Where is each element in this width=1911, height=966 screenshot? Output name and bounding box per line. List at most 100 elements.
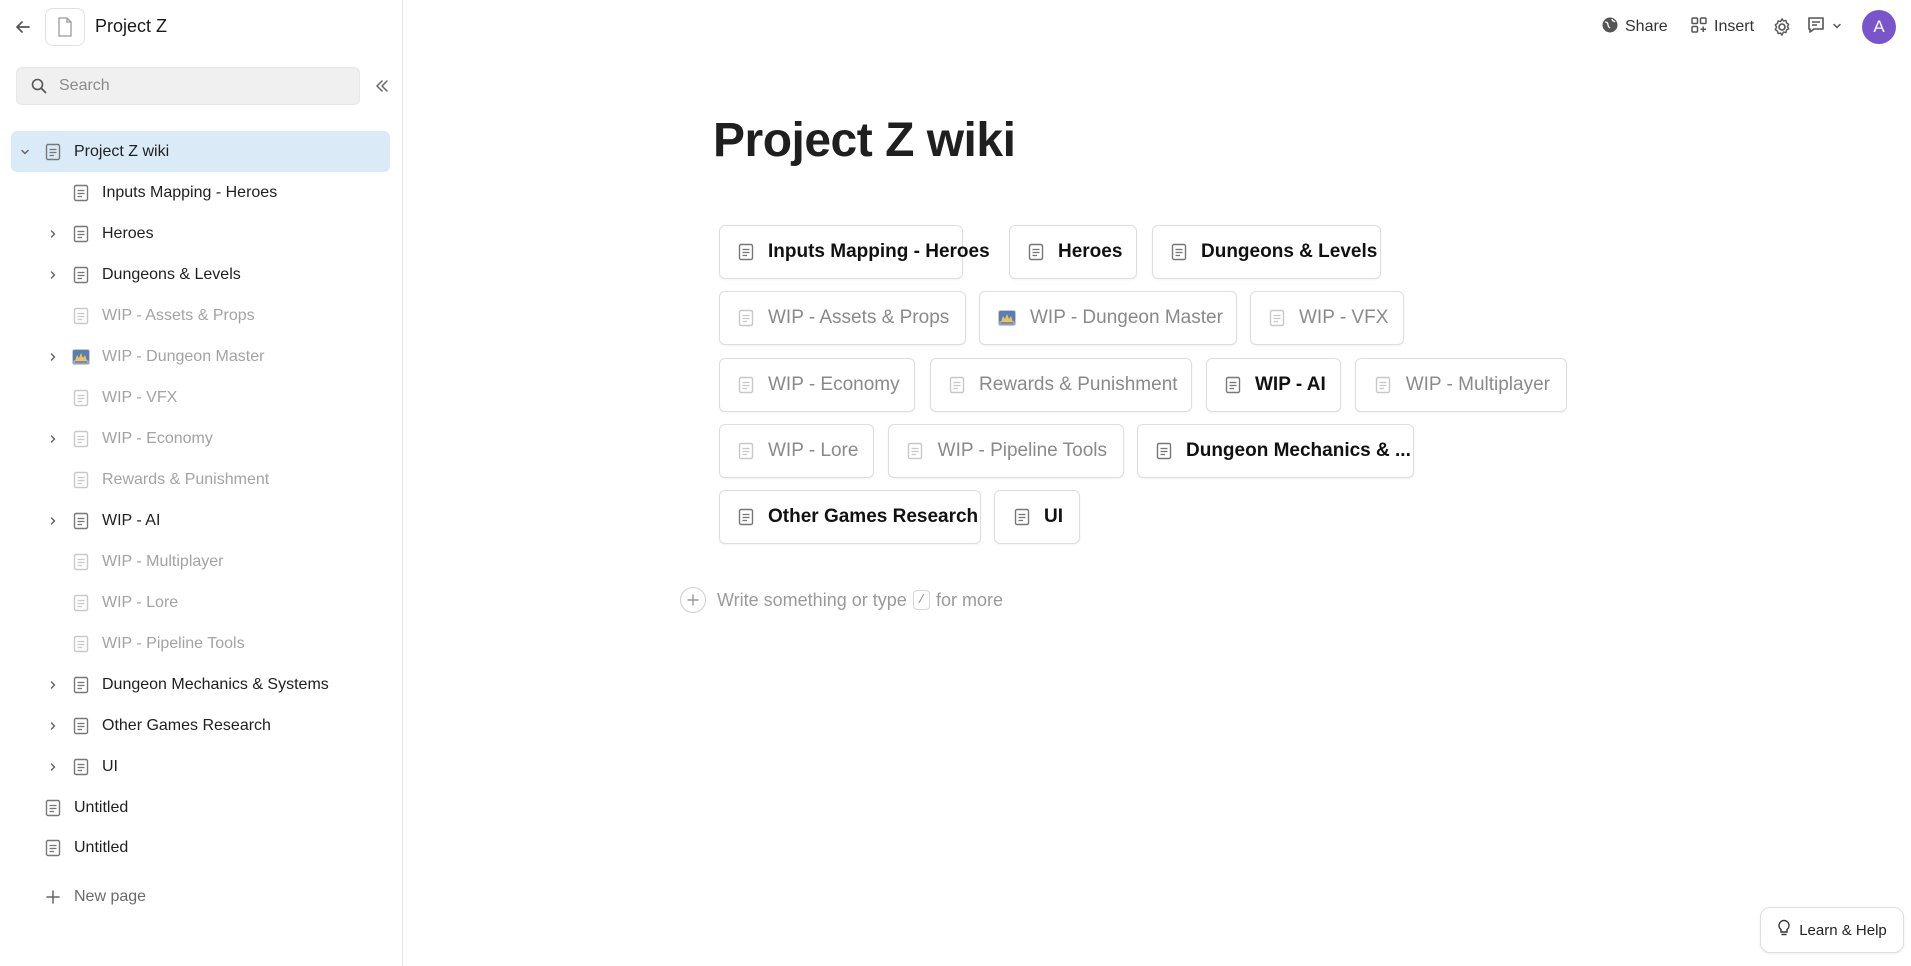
sidebar-item-wip-ai[interactable]: WIP - AI xyxy=(11,500,390,541)
project-doc-icon[interactable] xyxy=(45,8,85,46)
subpage-chip-ui[interactable]: UI xyxy=(994,490,1080,544)
subpage-chip-wip-economy[interactable]: WIP - Economy xyxy=(719,358,915,412)
sidebar-item-other-games-research[interactable]: Other Games Research xyxy=(11,705,390,746)
collapse-sidebar-icon[interactable] xyxy=(370,74,394,98)
subpage-chip-label: WIP - Assets & Props xyxy=(768,307,950,328)
page-title: Project Z wiki xyxy=(713,114,1016,167)
sidebar-item-label: Dungeon Mechanics & Systems xyxy=(102,675,329,693)
page-icon xyxy=(1171,242,1187,262)
chevron-right-icon[interactable] xyxy=(45,431,61,447)
sidebar-item-label: Project Z wiki xyxy=(74,142,170,160)
editor-placeholder-row[interactable]: Write something or type / for more xyxy=(680,587,1003,613)
sidebar-item-dungeon-mechanics-and-systems[interactable]: Dungeon Mechanics & Systems xyxy=(11,664,390,705)
sidebar-item-wip-assets-and-props[interactable]: WIP - Assets & Props xyxy=(11,295,390,336)
page-icon xyxy=(738,507,754,527)
subpage-chip-label: Inputs Mapping - Heroes xyxy=(768,241,990,262)
subpage-chip-label: Dungeons & Levels xyxy=(1201,241,1378,262)
page-icon xyxy=(72,225,90,243)
sidebar-item-wip-pipeline-tools[interactable]: WIP - Pipeline Tools xyxy=(11,623,390,664)
comments-button[interactable] xyxy=(1806,14,1842,40)
image-thumb-icon xyxy=(72,348,90,366)
subpage-chip-label: WIP - AI xyxy=(1255,374,1326,395)
chevron-right-icon[interactable] xyxy=(45,513,61,529)
insert-button[interactable]: Insert xyxy=(1690,14,1754,40)
page-icon xyxy=(72,717,90,735)
subpage-chip-wip-assets-and-props[interactable]: WIP - Assets & Props xyxy=(719,291,966,345)
sidebar-item-inputs-mapping-heroes[interactable]: Inputs Mapping - Heroes xyxy=(11,172,390,213)
chevron-right-icon[interactable] xyxy=(45,718,61,734)
sidebar-item-label: WIP - Economy xyxy=(102,429,213,447)
subpage-chip-inputs-mapping-heroes[interactable]: Inputs Mapping - Heroes xyxy=(719,225,990,279)
chevron-right-icon[interactable] xyxy=(45,226,61,242)
sidebar: Project Z Project Z wiki Inputs Mapping -… xyxy=(0,0,403,966)
sidebar-item-wip-economy[interactable]: WIP - Economy xyxy=(11,418,390,459)
page-icon xyxy=(738,242,754,262)
new-page-button[interactable]: New page xyxy=(44,888,146,906)
page-icon xyxy=(44,799,62,817)
search-input[interactable] xyxy=(59,77,339,95)
sidebar-item-untitled[interactable]: Untitled xyxy=(11,827,390,868)
share-label: Share xyxy=(1625,18,1668,35)
subpage-chip-label: WIP - Lore xyxy=(768,440,859,461)
learn-help-label: Learn & Help xyxy=(1799,921,1887,939)
chevron-down-icon[interactable] xyxy=(17,144,33,160)
learn-help-button[interactable]: Learn & Help xyxy=(1760,907,1904,953)
chevron-right-icon[interactable] xyxy=(45,677,61,693)
subpage-chip-rewards-and-punishment[interactable]: Rewards & Punishment xyxy=(930,358,1192,412)
sidebar-item-label: Rewards & Punishment xyxy=(102,470,270,488)
sidebar-item-heroes[interactable]: Heroes xyxy=(11,213,390,254)
subpage-chip-wip-pipeline-tools[interactable]: WIP - Pipeline Tools xyxy=(888,424,1124,478)
page-icon xyxy=(738,375,754,395)
subpage-chip-label: Rewards & Punishment xyxy=(979,374,1178,395)
chevron-right-icon[interactable] xyxy=(45,267,61,283)
editor-placeholder[interactable]: Write something or type / for more xyxy=(717,590,1003,611)
chevron-right-icon[interactable] xyxy=(45,759,61,775)
sidebar-item-label: WIP - AI xyxy=(102,511,161,529)
subpage-chip-heroes[interactable]: Heroes xyxy=(1009,225,1137,279)
sidebar-item-label: WIP - Pipeline Tools xyxy=(102,634,245,652)
sidebar-item-project-z-wiki[interactable]: Project Z wiki xyxy=(11,131,390,172)
subpage-chip-dungeons-and-levels[interactable]: Dungeons & Levels xyxy=(1152,225,1381,279)
sidebar-item-rewards-and-punishment[interactable]: Rewards & Punishment xyxy=(11,459,390,500)
share-button[interactable]: Share xyxy=(1601,14,1668,40)
user-avatar[interactable]: A xyxy=(1862,10,1896,44)
subpage-chip-label: WIP - Multiplayer xyxy=(1405,374,1550,395)
comment-icon xyxy=(1806,15,1826,40)
new-page-label: New page xyxy=(74,888,147,905)
slash-key-hint: / xyxy=(912,590,930,610)
subpage-chip-other-games-research[interactable]: Other Games Research xyxy=(719,490,981,544)
chevron-right-icon[interactable] xyxy=(45,349,61,365)
project-title: Project Z xyxy=(95,16,168,36)
sidebar-item-wip-multiplayer[interactable]: WIP - Multiplayer xyxy=(11,541,390,582)
search-icon xyxy=(29,76,49,96)
image-thumb-icon xyxy=(998,308,1016,328)
page-icon xyxy=(44,143,62,161)
subpage-chip-wip-dungeon-master[interactable]: WIP - Dungeon Master xyxy=(979,291,1237,345)
page-icon xyxy=(72,307,90,325)
subpage-chip-label: WIP - Economy xyxy=(768,374,900,395)
page-icon xyxy=(72,553,90,571)
sidebar-item-wip-lore[interactable]: WIP - Lore xyxy=(11,582,390,623)
add-block-plus-icon[interactable] xyxy=(680,587,706,613)
sidebar-item-wip-dungeon-master[interactable]: WIP - Dungeon Master xyxy=(11,336,390,377)
sidebar-item-label: Dungeons & Levels xyxy=(102,265,241,283)
page-icon xyxy=(72,266,90,284)
sidebar-item-ui[interactable]: UI xyxy=(11,746,390,787)
search-box[interactable] xyxy=(16,67,360,105)
sidebar-item-untitled[interactable]: Untitled xyxy=(11,787,390,828)
sidebar-item-label: WIP - VFX xyxy=(102,388,178,406)
sidebar-item-wip-vfx[interactable]: WIP - VFX xyxy=(11,377,390,418)
subpage-chip-wip-vfx[interactable]: WIP - VFX xyxy=(1250,291,1404,345)
subpage-chip-wip-multiplayer[interactable]: WIP - Multiplayer xyxy=(1355,358,1567,412)
settings-gear-icon[interactable] xyxy=(1772,14,1792,40)
sidebar-item-label: Other Games Research xyxy=(102,716,271,734)
plus-icon xyxy=(44,888,62,906)
subpage-chip-wip-ai[interactable]: WIP - AI xyxy=(1206,358,1341,412)
subpage-chip-label: UI xyxy=(1044,506,1063,527)
page-icon xyxy=(72,758,90,776)
page-icon xyxy=(949,375,965,395)
sidebar-item-dungeons-and-levels[interactable]: Dungeons & Levels xyxy=(11,254,390,295)
subpage-chip-dungeon-mechanics-and[interactable]: Dungeon Mechanics & ... xyxy=(1137,424,1414,478)
back-arrow-icon[interactable] xyxy=(10,14,36,40)
subpage-chip-wip-lore[interactable]: WIP - Lore xyxy=(719,424,874,478)
